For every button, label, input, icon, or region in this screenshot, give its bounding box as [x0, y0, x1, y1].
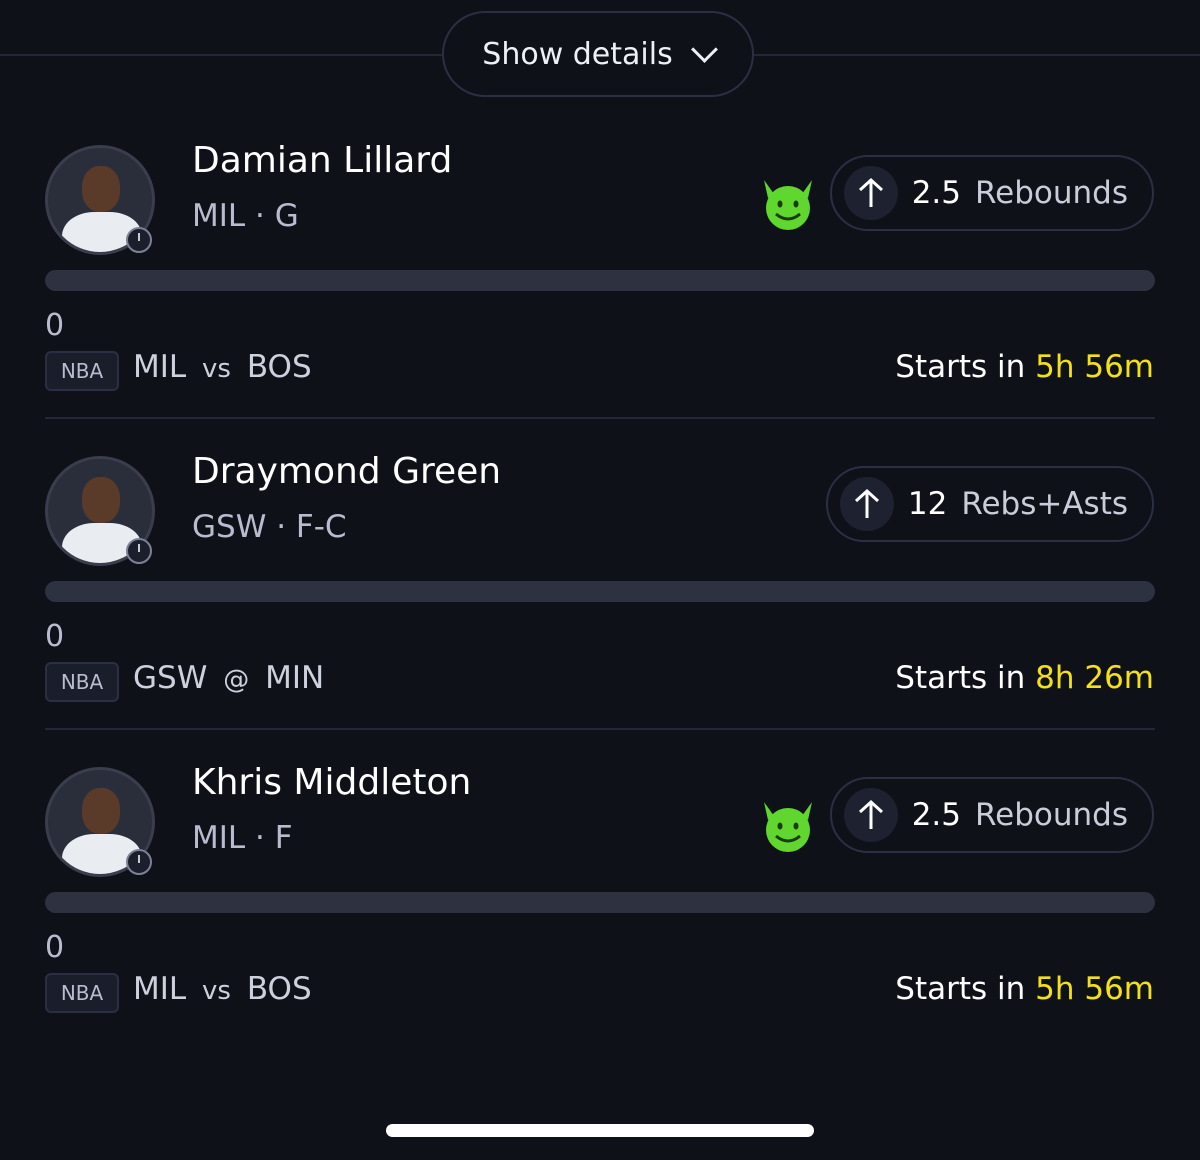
arrow-up-icon [839, 477, 894, 531]
pick-card[interactable]: Damian Lillard MIL · G 2.5 Rebounds 0 NB… [0, 130, 1200, 441]
player-name: Draymond Green [192, 451, 502, 492]
chevron-down-icon [690, 35, 718, 63]
line-stat: Rebs+Asts [961, 486, 1128, 522]
team-away: MIL [133, 971, 187, 1007]
team-away: GSW [133, 660, 208, 696]
league-badge: NBA [45, 351, 119, 391]
starts-label: Starts in [895, 660, 1026, 696]
game-matchup: MIL vs BOS [133, 971, 312, 1007]
current-stat-value: 0 [45, 930, 65, 965]
player-name: Khris Middleton [192, 762, 472, 803]
stat-progress-bar [45, 270, 1155, 291]
arrow-up-icon [843, 166, 898, 220]
arrow-up-icon [843, 788, 898, 842]
starts-label: Starts in [895, 971, 1026, 1007]
show-details-button[interactable]: Show details [442, 11, 754, 97]
line-stat: Rebounds [975, 175, 1128, 211]
starts-time: 5h 56m [1035, 971, 1154, 1007]
stat-progress-bar [45, 581, 1155, 602]
line-value: 2.5 [911, 797, 961, 833]
stat-progress-bar [45, 892, 1155, 913]
card-divider [45, 728, 1155, 730]
pick-line-button[interactable]: 12 Rebs+Asts [825, 466, 1154, 542]
card-divider [45, 417, 1155, 419]
pick-line-button[interactable]: 2.5 Rebounds [829, 777, 1154, 853]
starts-time: 8h 26m [1035, 660, 1154, 696]
line-value: 12 [907, 486, 948, 522]
league-badge: NBA [45, 973, 119, 1013]
home-indicator[interactable] [386, 1124, 814, 1137]
game-start-countdown: Starts in 5h 56m [895, 349, 1154, 385]
game-start-countdown: Starts in 8h 26m [895, 660, 1154, 696]
league-badge: NBA [45, 662, 119, 702]
player-team-position: MIL · F [192, 820, 293, 856]
lineup-screen: Show details Damian Lillard MIL · G 2.5 … [0, 0, 1200, 1160]
pick-card[interactable]: Khris Middleton MIL · F 2.5 Rebounds 0 N… [0, 752, 1200, 1063]
show-details-label: Show details [482, 36, 673, 72]
starts-label: Starts in [895, 349, 1026, 385]
starts-time: 5h 56m [1035, 349, 1154, 385]
clock-icon [126, 849, 152, 875]
devil-emoji-icon [764, 802, 812, 852]
game-matchup: GSW @ MIN [133, 660, 324, 696]
matchup-separator: vs [202, 976, 231, 1006]
clock-icon [126, 538, 152, 564]
player-team-position: MIL · G [192, 198, 299, 234]
line-value: 2.5 [911, 175, 961, 211]
team-home: MIN [265, 660, 325, 696]
devil-emoji-icon [764, 180, 812, 230]
player-name: Damian Lillard [192, 140, 453, 181]
pick-line-button[interactable]: 2.5 Rebounds [829, 155, 1154, 231]
clock-icon [126, 227, 152, 253]
game-start-countdown: Starts in 5h 56m [895, 971, 1154, 1007]
team-home: BOS [246, 349, 312, 385]
player-team-position: GSW · F-C [192, 509, 347, 545]
matchup-separator: vs [202, 354, 231, 384]
line-stat: Rebounds [975, 797, 1128, 833]
team-home: BOS [246, 971, 312, 1007]
current-stat-value: 0 [45, 308, 65, 343]
matchup-separator: @ [223, 665, 250, 695]
game-matchup: MIL vs BOS [133, 349, 312, 385]
current-stat-value: 0 [45, 619, 65, 654]
pick-card[interactable]: Draymond Green GSW · F-C 12 Rebs+Asts 0 … [0, 441, 1200, 752]
team-away: MIL [133, 349, 187, 385]
